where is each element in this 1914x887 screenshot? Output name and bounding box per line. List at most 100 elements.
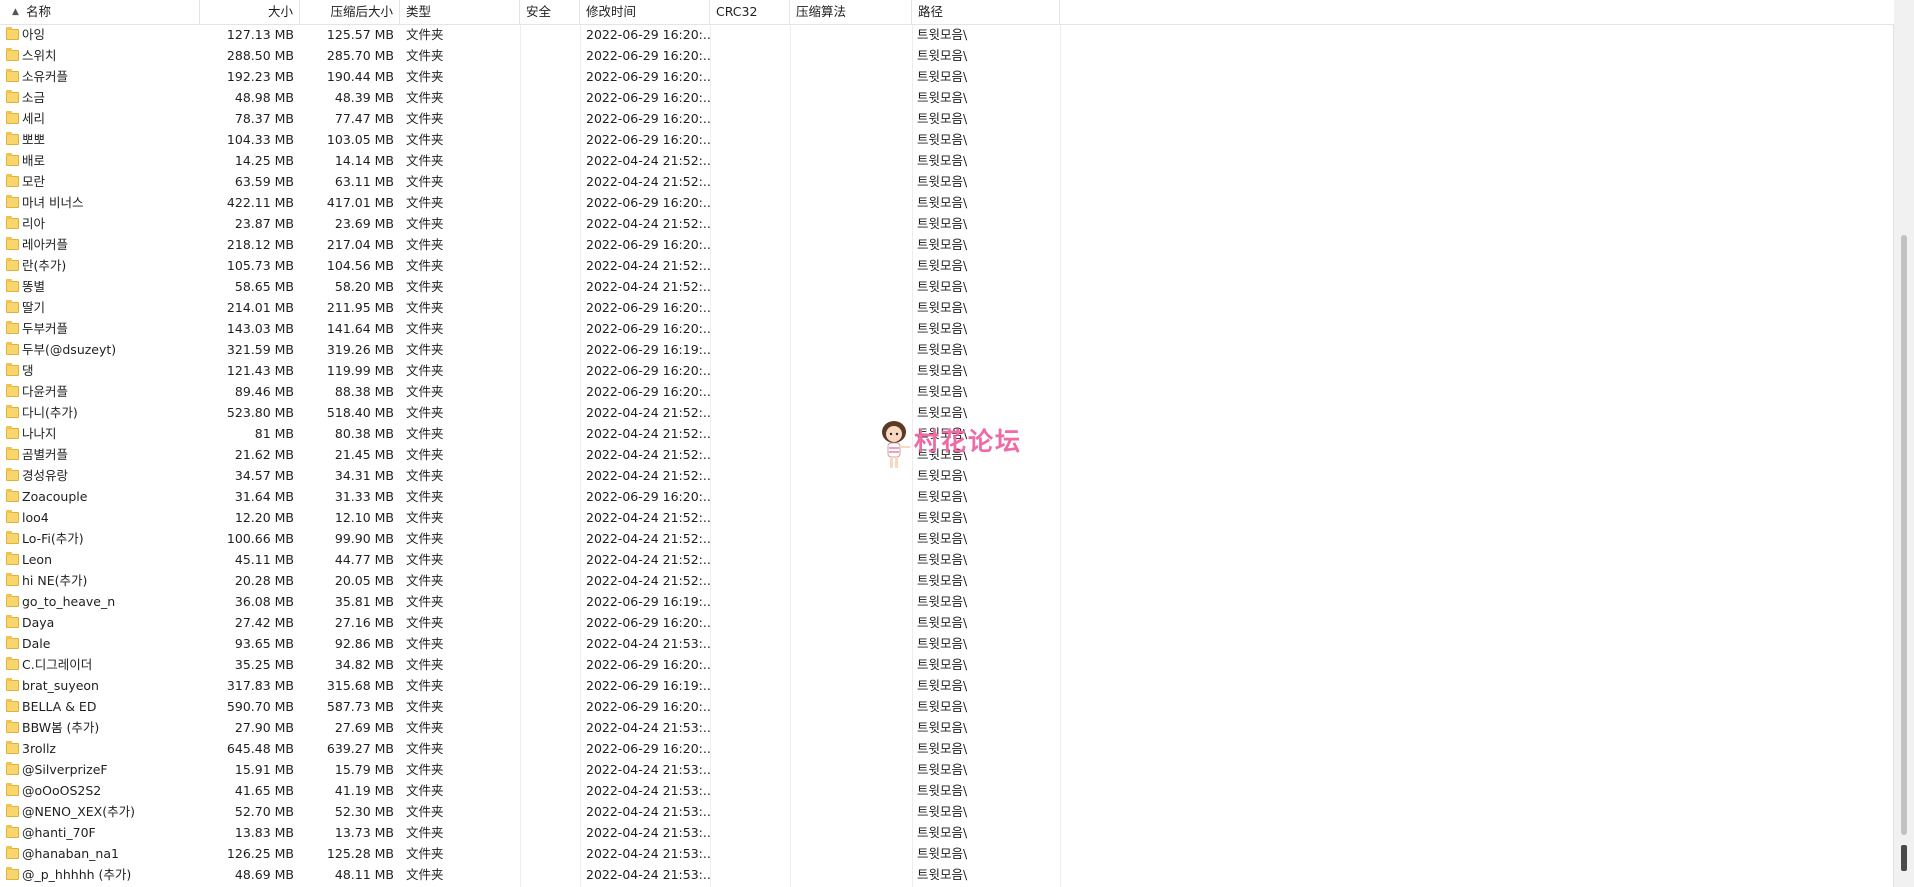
table-row[interactable]: 딸기 214.01 MB 211.95 MB 文件夹 2022-06-29 16:20:…	[0, 297, 1894, 318]
cell-type: 文件夹	[406, 216, 444, 231]
table-row[interactable]: Leon 45.11 MB 44.77 MB 文件夹 2022-04-24 21:52:…	[0, 549, 1894, 570]
table-row[interactable]: 레아커플 218.12 MB 217.04 MB 文件夹 2022-06-29 16:2…	[0, 234, 1894, 255]
column-header-modified[interactable]: 修改时间	[580, 0, 710, 24]
scrollbar-thumb[interactable]	[1901, 235, 1907, 835]
cell-name: 배로	[22, 153, 46, 168]
table-row[interactable]: @hanaban_na1 126.25 MB 125.28 MB 文件夹 2022-04…	[0, 843, 1894, 864]
cell-modified: 2022-04-24 21:52:...	[586, 447, 710, 462]
table-row[interactable]: 란(추가) 105.73 MB 104.56 MB 文件夹 2022-04-24 21:…	[0, 255, 1894, 276]
column-header-method[interactable]: 压缩算法	[790, 0, 912, 24]
table-row[interactable]: 두부커플 143.03 MB 141.64 MB 文件夹 2022-06-29 16:2…	[0, 318, 1894, 339]
column-header-security[interactable]: 安全	[520, 0, 580, 24]
folder-icon	[6, 153, 19, 166]
cell-path: 트윗모음\	[917, 300, 968, 315]
cell-packed: 211.95 MB	[326, 300, 394, 315]
cell-modified: 2022-06-29 16:20:...	[586, 741, 710, 756]
cell-modified: 2022-04-24 21:53:...	[586, 825, 710, 840]
folder-icon	[6, 111, 19, 124]
table-row[interactable]: 소금 48.98 MB 48.39 MB 文件夹 2022-06-29 16:20:..…	[0, 87, 1894, 108]
cell-name: Daya	[22, 615, 55, 630]
table-row[interactable]: 소유커플 192.23 MB 190.44 MB 文件夹 2022-06-29 16:2…	[0, 66, 1894, 87]
cell-packed: 41.19 MB	[334, 783, 394, 798]
cell-path: 트윗모음\	[917, 153, 968, 168]
column-header-path[interactable]: 路径	[912, 0, 1060, 24]
table-row[interactable]: 댕 121.43 MB 119.99 MB 文件夹 2022-06-29 16:20:.…	[0, 360, 1894, 381]
cell-type: 文件夹	[406, 237, 444, 252]
vertical-scrollbar[interactable]	[1893, 0, 1914, 887]
column-header-bar: ▲ 名称 大小 压缩后大小 类型 安全 修改时间 CRC32 压缩算法 路径	[0, 0, 1894, 25]
table-row[interactable]: 스위치 288.50 MB 285.70 MB 文件夹 2022-06-29 16:20…	[0, 45, 1894, 66]
cell-modified: 2022-04-24 21:53:...	[586, 867, 710, 882]
cell-size: 81 MB	[254, 426, 294, 441]
column-header-size[interactable]: 大小	[200, 0, 300, 24]
cell-packed: 518.40 MB	[326, 405, 394, 420]
table-row[interactable]: BBW봄 (추가) 27.90 MB 27.69 MB 文件夹 2022-04-24 2…	[0, 717, 1894, 738]
cell-modified: 2022-06-29 16:19:...	[586, 342, 710, 357]
table-row[interactable]: Lo-Fi(추가) 100.66 MB 99.90 MB 文件夹 2022-04-24 …	[0, 528, 1894, 549]
cell-size: 27.42 MB	[234, 615, 294, 630]
table-row[interactable]: 리아 23.87 MB 23.69 MB 文件夹 2022-04-24 21:52:..…	[0, 213, 1894, 234]
cell-type: 文件夹	[406, 300, 444, 315]
table-row[interactable]: 모란 63.59 MB 63.11 MB 文件夹 2022-04-24 21:52:..…	[0, 171, 1894, 192]
cell-type: 文件夹	[406, 741, 444, 756]
table-row[interactable]: Zoacouple 31.64 MB 31.33 MB 文件夹 2022-06-29 1…	[0, 486, 1894, 507]
table-row[interactable]: 똥별 58.65 MB 58.20 MB 文件夹 2022-04-24 21:52:..…	[0, 276, 1894, 297]
table-row[interactable]: C.디그레이더 35.25 MB 34.82 MB 文件夹 2022-06-29 16:…	[0, 654, 1894, 675]
cell-size: 35.25 MB	[234, 657, 294, 672]
table-row[interactable]: loo4 12.20 MB 12.10 MB 文件夹 2022-04-24 21:52:…	[0, 507, 1894, 528]
folder-icon	[6, 447, 19, 460]
table-row[interactable]: 3rollz 645.48 MB 639.27 MB 文件夹 2022-06-29 16…	[0, 738, 1894, 759]
table-row[interactable]: @oOoOS2S2 41.65 MB 41.19 MB 文件夹 2022-04-24 2…	[0, 780, 1894, 801]
table-row[interactable]: @hanti_70F 13.83 MB 13.73 MB 文件夹 2022-04-24 …	[0, 822, 1894, 843]
table-row[interactable]: brat_suyeon 317.83 MB 315.68 MB 文件夹 2022-06-…	[0, 675, 1894, 696]
table-row[interactable]: hi NE(추가) 20.28 MB 20.05 MB 文件夹 2022-04-24 2…	[0, 570, 1894, 591]
column-header-type[interactable]: 类型	[400, 0, 520, 24]
table-row[interactable]: 다윤커플 89.46 MB 88.38 MB 文件夹 2022-06-29 16:20:…	[0, 381, 1894, 402]
folder-icon	[6, 867, 19, 880]
cell-size: 41.65 MB	[234, 783, 294, 798]
cell-name: 두부(@dsuzeyt)	[22, 342, 117, 357]
folder-icon	[6, 48, 19, 61]
table-row[interactable]: 두부(@dsuzeyt) 321.59 MB 319.26 MB 文件夹 2022-06…	[0, 339, 1894, 360]
cell-name: @NENO_XEX(추가)	[22, 804, 135, 819]
table-row[interactable]: Daya 27.42 MB 27.16 MB 文件夹 2022-06-29 16:20:…	[0, 612, 1894, 633]
folder-icon	[6, 405, 19, 418]
cell-path: 트윗모음\	[917, 69, 968, 84]
column-header-packed-size[interactable]: 压缩后大小	[300, 0, 400, 24]
cell-type: 文件夹	[406, 720, 444, 735]
table-row[interactable]: BELLA & ED 590.70 MB 587.73 MB 文件夹 2022-06-2…	[0, 696, 1894, 717]
table-row[interactable]: Dale 93.65 MB 92.86 MB 文件夹 2022-04-24 21:53:…	[0, 633, 1894, 654]
cell-size: 645.48 MB	[226, 741, 294, 756]
table-row[interactable]: @NENO_XEX(추가) 52.70 MB 52.30 MB 文件夹 2022-04-…	[0, 801, 1894, 822]
cell-path: 트윗모음\	[917, 48, 968, 63]
cell-modified: 2022-06-29 16:19:...	[586, 678, 710, 693]
table-row[interactable]: 아잉 127.13 MB 125.57 MB 文件夹 2022-06-29 16:20:…	[0, 24, 1894, 45]
table-row[interactable]: 뽀뽀 104.33 MB 103.05 MB 文件夹 2022-06-29 16:20:…	[0, 129, 1894, 150]
cell-size: 48.98 MB	[234, 90, 294, 105]
cell-packed: 34.82 MB	[334, 657, 394, 672]
cell-path: 트윗모음\	[917, 783, 968, 798]
cell-packed: 21.45 MB	[334, 447, 394, 462]
cell-type: 文件夹	[406, 342, 444, 357]
cell-packed: 88.38 MB	[334, 384, 394, 399]
cell-modified: 2022-04-24 21:52:...	[586, 531, 710, 546]
cell-type: 文件夹	[406, 468, 444, 483]
cell-type: 文件夹	[406, 321, 444, 336]
column-header-crc32[interactable]: CRC32	[710, 0, 790, 24]
cell-modified: 2022-04-24 21:52:...	[586, 552, 710, 567]
cell-path: 트윗모음\	[917, 594, 968, 609]
table-row[interactable]: @_p_hhhhh (추가) 48.69 MB 48.11 MB 文件夹 2022-04…	[0, 864, 1894, 885]
table-row[interactable]: 마녀 비너스 422.11 MB 417.01 MB 文件夹 2022-06-29 16…	[0, 192, 1894, 213]
cell-path: 트윗모음\	[917, 489, 968, 504]
column-header-name[interactable]: ▲ 名称	[0, 0, 200, 24]
cell-packed: 417.01 MB	[326, 195, 394, 210]
table-row[interactable]: go_to_heave_n 36.08 MB 35.81 MB 文件夹 2022-06-…	[0, 591, 1894, 612]
table-row[interactable]: 배로 14.25 MB 14.14 MB 文件夹 2022-04-24 21:52:..…	[0, 150, 1894, 171]
cell-size: 78.37 MB	[234, 111, 294, 126]
cell-type: 文件夹	[406, 783, 444, 798]
folder-icon	[6, 384, 19, 397]
scrollbar-end-marker	[1901, 845, 1907, 871]
table-row[interactable]: @SilverprizeF 15.91 MB 15.79 MB 文件夹 2022-04-…	[0, 759, 1894, 780]
table-row[interactable]: 세리 78.37 MB 77.47 MB 文件夹 2022-06-29 16:20:..…	[0, 108, 1894, 129]
folder-icon	[6, 363, 19, 376]
